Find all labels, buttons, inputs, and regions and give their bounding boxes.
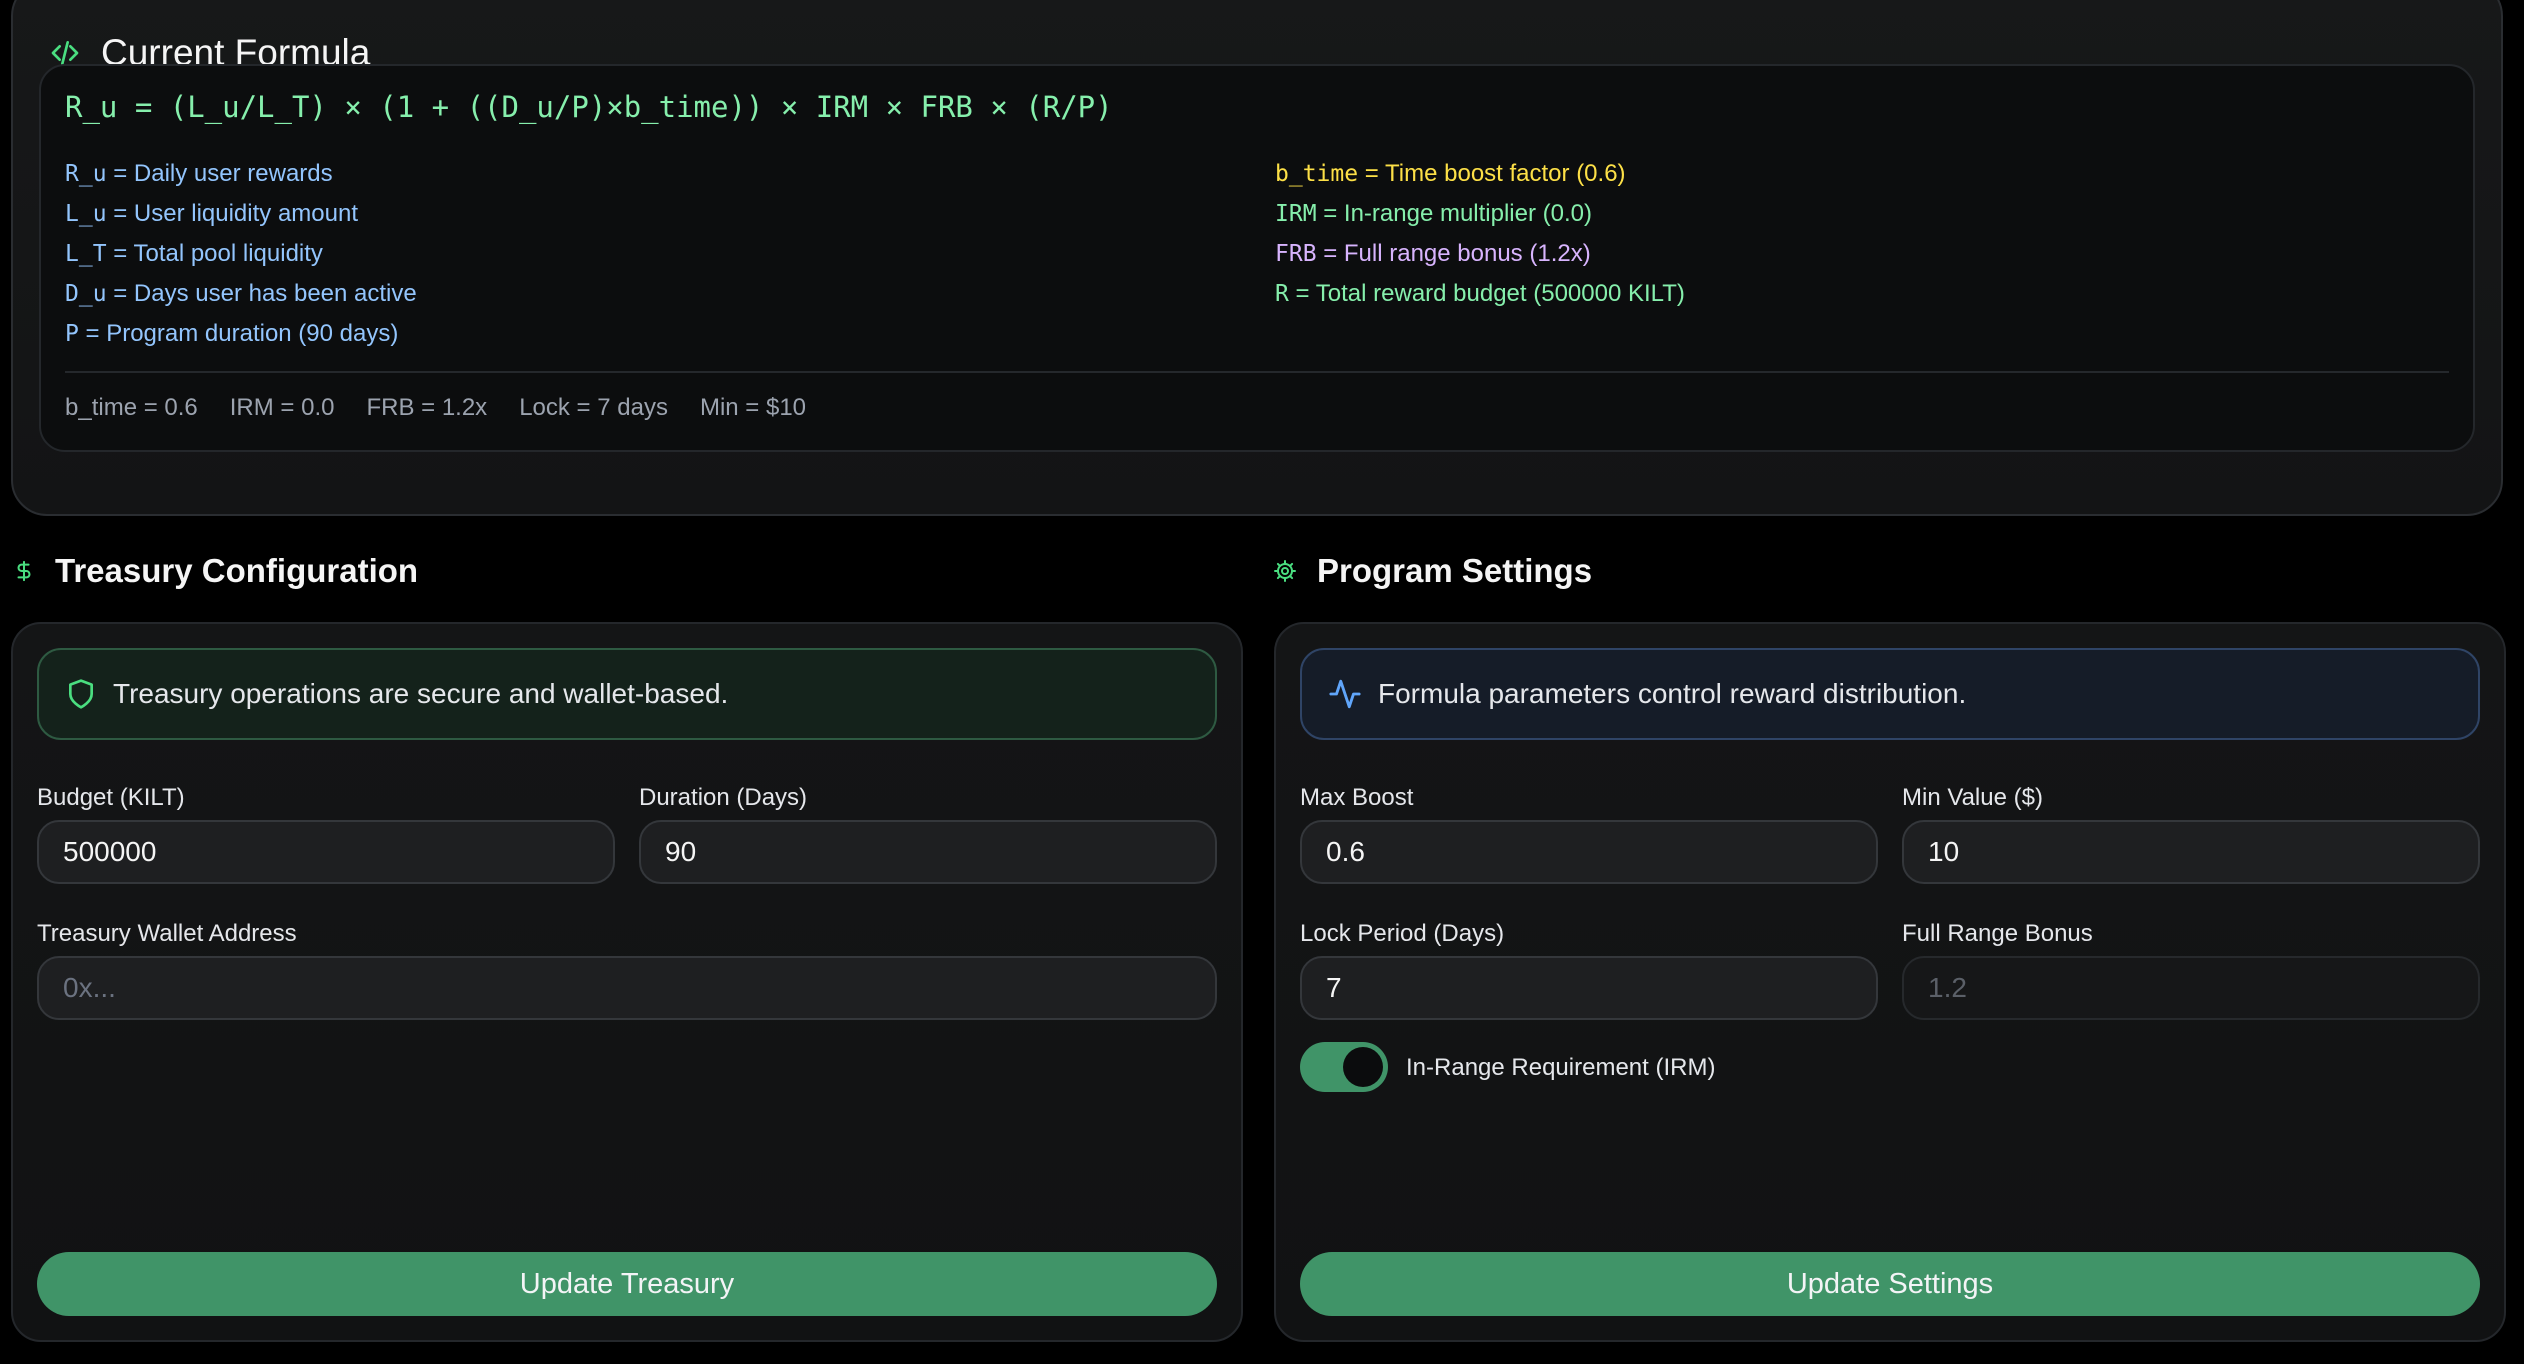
legend-text: = User liquidity amount <box>106 200 358 227</box>
full-range-bonus-label: Full Range Bonus <box>1902 920 2093 947</box>
duration-input[interactable] <box>639 820 1217 884</box>
divider <box>65 371 2449 373</box>
treasury-notice-text: Treasury operations are secure and walle… <box>113 678 729 709</box>
treasury-panel: Treasury operations are secure and walle… <box>11 622 1243 1342</box>
max-boost-label: Max Boost <box>1300 784 1414 811</box>
legend-key: R <box>1275 281 1289 307</box>
budget-label: Budget (KILT) <box>37 784 185 811</box>
program-section-header: Program Settings <box>1273 552 1592 590</box>
parameter-summary: b_time = 0.6 IRM = 0.0 FRB = 1.2x Lock =… <box>65 394 806 422</box>
treasury-notice: Treasury operations are secure and walle… <box>37 648 1217 740</box>
legend-key: R_u <box>65 161 107 187</box>
gear-icon <box>1273 559 1297 583</box>
formula-expression: R_u = (L_u/L_T) × (1 + ((D_u/P)×b_time))… <box>65 90 1113 124</box>
legend-item: D_u = Days user has been active <box>65 274 417 314</box>
legend-text: = Days user has been active <box>106 280 417 307</box>
summary-lock: Lock = 7 days <box>519 394 668 421</box>
treasury-title: Treasury Configuration <box>55 552 419 589</box>
irm-toggle-label: In-Range Requirement (IRM) <box>1406 1054 1716 1081</box>
duration-label: Duration (Days) <box>639 784 808 811</box>
program-notice-text: Formula parameters control reward distri… <box>1378 678 1967 709</box>
legend-item: FRB = Full range bonus (1.2x) <box>1275 234 1685 274</box>
legend-key: L_T <box>65 241 107 267</box>
treasury-section-header: Treasury Configuration <box>13 552 418 590</box>
legend-key: b_time <box>1275 161 1359 187</box>
legend-key: FRB <box>1275 241 1317 267</box>
legend-item: b_time = Time boost factor (0.6) <box>1275 154 1685 194</box>
legend-key: IRM <box>1275 201 1317 227</box>
legend-item: P = Program duration (90 days) <box>65 314 417 354</box>
legend-item: IRM = In-range multiplier (0.0) <box>1275 194 1685 234</box>
program-notice: Formula parameters control reward distri… <box>1300 648 2480 740</box>
wallet-address-label: Treasury Wallet Address <box>37 920 297 947</box>
legend-text: = Total reward budget (500000 KILT) <box>1288 280 1685 307</box>
toggle-knob <box>1343 1047 1383 1087</box>
min-value-input[interactable] <box>1902 820 2480 884</box>
program-panel: Formula parameters control reward distri… <box>1274 622 2506 1342</box>
lock-period-input[interactable] <box>1300 956 1878 1020</box>
budget-input[interactable] <box>37 820 615 884</box>
legend-text: = Program duration (90 days) <box>78 320 399 347</box>
full-range-bonus-input <box>1902 956 2480 1020</box>
legend-text: = Daily user rewards <box>106 160 333 187</box>
legend-item: L_T = Total pool liquidity <box>65 234 417 274</box>
program-title: Program Settings <box>1317 552 1593 589</box>
summary-min: Min = $10 <box>699 394 807 421</box>
formula-box: R_u = (L_u/L_T) × (1 + ((D_u/P)×b_time))… <box>39 64 2475 452</box>
summary-frb: FRB = 1.2x <box>366 394 488 421</box>
legend-left: R_u = Daily user rewards L_u = User liqu… <box>65 154 417 354</box>
min-value-label: Min Value ($) <box>1902 784 2043 811</box>
legend-right: b_time = Time boost factor (0.6) IRM = I… <box>1275 154 1685 314</box>
legend-key: L_u <box>65 201 107 227</box>
formula-card: Current Formula R_u = (L_u/L_T) × (1 + (… <box>11 0 2503 516</box>
legend-item: R = Total reward budget (500000 KILT) <box>1275 274 1685 314</box>
lock-period-label: Lock Period (Days) <box>1300 920 1505 947</box>
irm-toggle[interactable] <box>1300 1042 1388 1092</box>
update-settings-button[interactable]: Update Settings <box>1300 1252 2480 1316</box>
legend-text: = In-range multiplier (0.0) <box>1316 200 1592 227</box>
update-treasury-button[interactable]: Update Treasury <box>37 1252 1217 1316</box>
legend-text: = Time boost factor (0.6) <box>1358 160 1626 187</box>
legend-item: L_u = User liquidity amount <box>65 194 417 234</box>
max-boost-input[interactable] <box>1300 820 1878 884</box>
shield-icon <box>65 678 97 710</box>
summary-irm: IRM = 0.0 <box>229 394 335 421</box>
legend-item: R_u = Daily user rewards <box>65 154 417 194</box>
activity-icon <box>1328 677 1362 711</box>
legend-key: P <box>65 321 79 347</box>
dollar-icon <box>13 556 35 586</box>
summary-b-time: b_time = 0.6 <box>65 394 198 421</box>
legend-text: = Full range bonus (1.2x) <box>1316 240 1591 267</box>
legend-text: = Total pool liquidity <box>106 240 323 267</box>
wallet-address-input[interactable] <box>37 956 1217 1020</box>
legend-key: D_u <box>65 281 107 307</box>
